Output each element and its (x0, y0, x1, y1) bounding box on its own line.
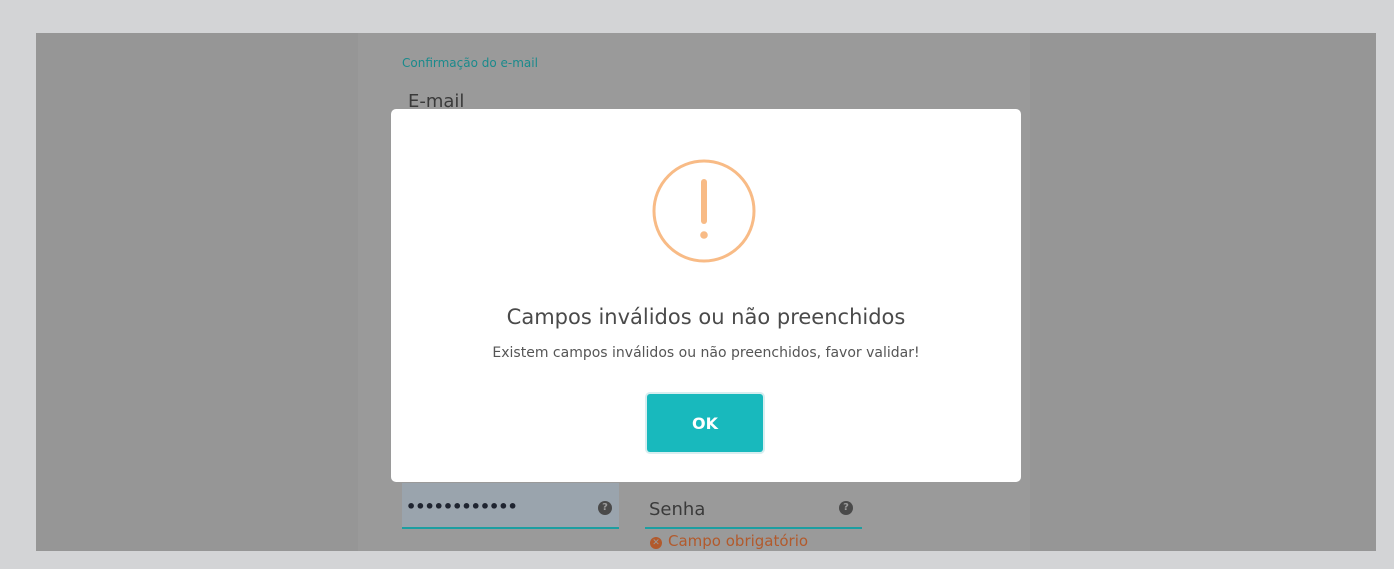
alert-dialog: Campos inválidos ou não preenchidos Exis… (391, 109, 1021, 482)
email-confirmation-section-label: Confirmação do e-mail (402, 56, 538, 70)
required-field-error: ✕ Campo obrigatório (650, 532, 808, 550)
dialog-title: Campos inválidos ou não preenchidos (506, 305, 906, 329)
warning-exclamation-icon (652, 159, 756, 263)
confirm-password-help-icon[interactable]: ? (839, 501, 853, 515)
dialog-message: Existem campos inválidos ou não preenchi… (492, 345, 920, 361)
error-icon: ✕ (650, 537, 662, 549)
error-message: Campo obrigatório (668, 532, 809, 550)
ok-button[interactable]: OK (647, 394, 763, 452)
confirm-password-placeholder: Senha (649, 499, 706, 520)
password-help-icon[interactable]: ? (598, 501, 612, 515)
password-field[interactable]: •••••••••••• ? (402, 483, 619, 529)
confirm-password-field[interactable]: Senha ? (645, 483, 862, 529)
password-value: •••••••••••• (406, 497, 518, 516)
